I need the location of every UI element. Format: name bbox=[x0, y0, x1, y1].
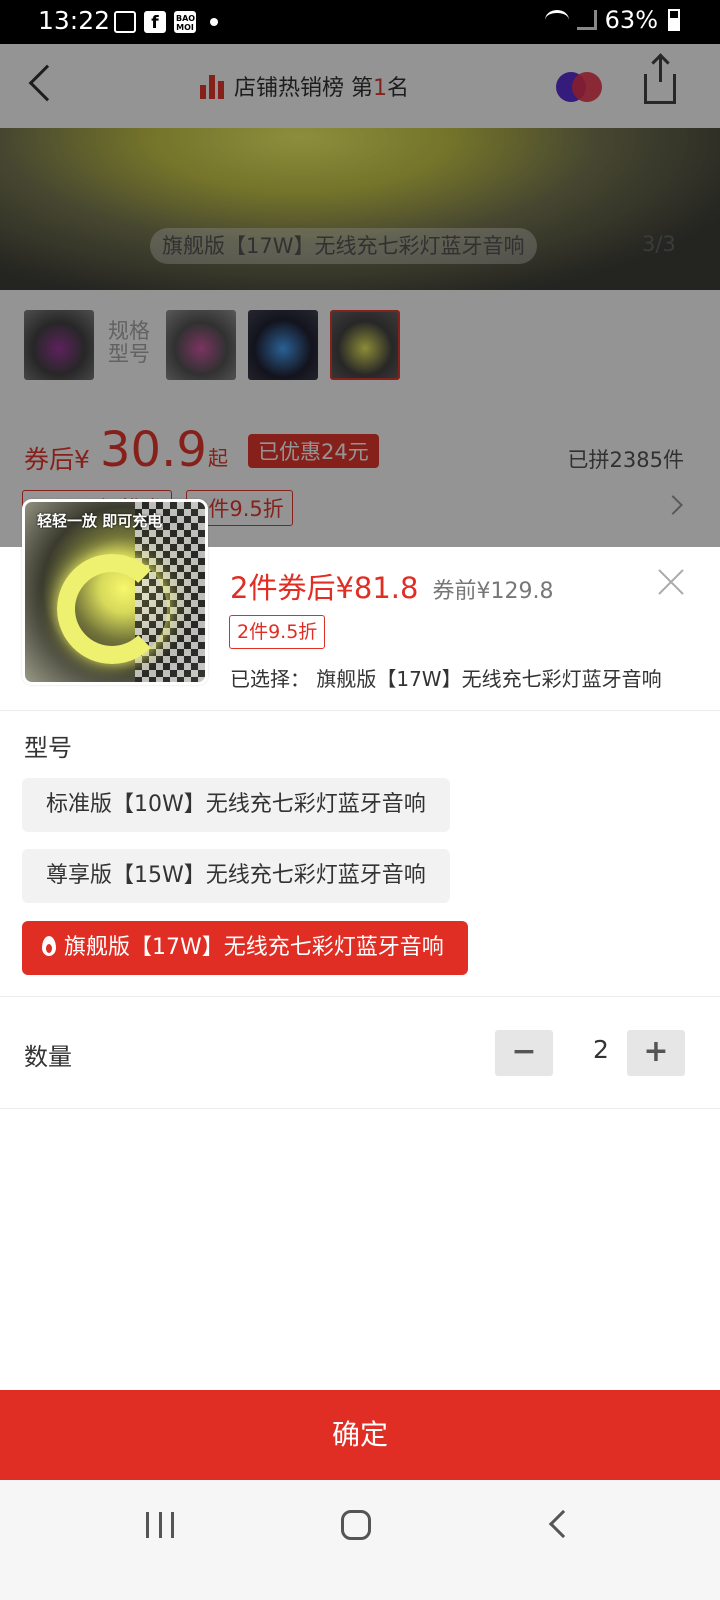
sku-selector-sheet: 轻轻一放 即可充电 2件券后¥81.8 券前¥129.8 2件9.5折 已选择：… bbox=[0, 499, 720, 1480]
quantity-label: 数量 bbox=[24, 1043, 72, 1071]
quantity-plus-button[interactable]: + bbox=[627, 1030, 685, 1076]
facebook-icon: f bbox=[144, 11, 166, 33]
divider bbox=[0, 996, 720, 997]
selected-value: 旗舰版【17W】无线充七彩灯蓝牙音响 bbox=[316, 667, 662, 691]
option-standard-10w[interactable]: 标准版【10W】无线充七彩灯蓝牙音响 bbox=[22, 778, 450, 832]
confirm-button[interactable]: 确定 bbox=[0, 1390, 720, 1480]
selected-label: 已选择： bbox=[230, 667, 310, 691]
price-main: 2件券后¥81.8 bbox=[230, 571, 419, 605]
more-notifications-dot-icon bbox=[210, 18, 218, 26]
price-line: 2件券后¥81.8 券前¥129.8 bbox=[230, 565, 553, 607]
divider bbox=[0, 1108, 720, 1109]
battery-icon bbox=[668, 9, 680, 31]
wifi-icon bbox=[544, 10, 569, 30]
baomoi-icon: BAO MOI bbox=[174, 11, 196, 33]
price-original: 券前¥129.8 bbox=[432, 579, 554, 604]
option-label: 标准版【10W】无线充七彩灯蓝牙音响 bbox=[46, 792, 426, 817]
discount-tag: 2件9.5折 bbox=[229, 615, 326, 649]
recents-icon[interactable] bbox=[146, 1512, 174, 1538]
gallery-icon bbox=[114, 11, 136, 33]
quantity-minus-button[interactable]: − bbox=[495, 1030, 553, 1076]
close-icon[interactable] bbox=[656, 567, 686, 597]
home-icon[interactable] bbox=[341, 1510, 371, 1540]
signal-icon bbox=[576, 10, 597, 30]
image-text: 轻轻一放 即可充电 bbox=[37, 512, 163, 530]
dim-overlay[interactable] bbox=[0, 44, 720, 547]
notification-icons: f BAO MOI bbox=[114, 10, 218, 34]
quantity-value[interactable]: 2 bbox=[572, 1035, 630, 1064]
status-time: 13:22 bbox=[38, 6, 111, 35]
status-right: 63% bbox=[544, 6, 680, 34]
back-nav-icon[interactable] bbox=[548, 1509, 578, 1539]
battery-percent: 63% bbox=[604, 6, 658, 34]
system-nav-bar bbox=[0, 1480, 720, 1600]
option-label: 旗舰版【17W】无线充七彩灯蓝牙音响 bbox=[64, 935, 444, 960]
selected-summary: 已选择： 旗舰版【17W】无线充七彩灯蓝牙音响 bbox=[230, 663, 690, 692]
model-section-title: 型号 bbox=[24, 734, 72, 762]
flame-icon bbox=[42, 936, 56, 956]
option-flagship-17w[interactable]: 旗舰版【17W】无线充七彩灯蓝牙音响 bbox=[22, 921, 468, 975]
option-label: 尊享版【15W】无线充七彩灯蓝牙音响 bbox=[46, 863, 426, 888]
product-thumbnail[interactable]: 轻轻一放 即可充电 bbox=[22, 499, 208, 685]
divider bbox=[0, 710, 720, 711]
status-bar: 13:22 f BAO MOI 63% bbox=[0, 0, 720, 44]
option-premium-15w[interactable]: 尊享版【15W】无线充七彩灯蓝牙音响 bbox=[22, 849, 450, 903]
